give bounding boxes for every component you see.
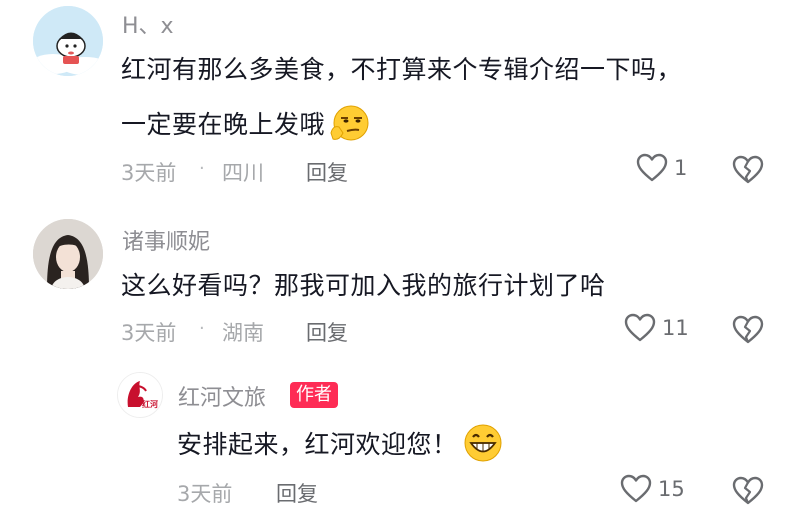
comment-time: 3天前 xyxy=(121,161,177,185)
heart-outline-icon xyxy=(624,313,656,342)
dislike-button[interactable] xyxy=(732,155,764,185)
broken-heart-icon xyxy=(732,476,764,505)
heart-outline-icon xyxy=(620,474,652,503)
like-count: 15 xyxy=(658,477,685,501)
comment-location: 湖南 xyxy=(222,321,264,345)
like-count: 11 xyxy=(662,316,689,340)
comment-text-line2-label: 一定要在晚上发哦 xyxy=(121,110,326,139)
avatar-logo-text: 红河 xyxy=(142,400,158,409)
avatar[interactable] xyxy=(33,219,103,289)
avatar[interactable]: 红河 xyxy=(117,372,163,418)
like-button[interactable]: 11 xyxy=(624,313,689,343)
like-button[interactable]: 15 xyxy=(620,474,685,504)
separator-dot: · xyxy=(199,158,205,179)
username[interactable]: 诸事顺妮 xyxy=(122,224,210,256)
author-badge: 作者 xyxy=(290,382,338,408)
reply-button[interactable]: 回复 xyxy=(306,157,348,187)
like-count: 1 xyxy=(674,156,688,180)
comment-text-label: 安排起来，红河欢迎您！ xyxy=(177,430,458,459)
dislike-button[interactable] xyxy=(732,315,764,345)
avatar-cartoon-image xyxy=(33,6,103,76)
heart-outline-icon xyxy=(636,153,668,182)
username[interactable]: 红河文旅 xyxy=(178,380,266,412)
username[interactable]: H、x xyxy=(122,8,174,40)
avatar-photo-image xyxy=(33,219,103,289)
grin-emoji-icon xyxy=(464,424,502,462)
comment-time: 3天前 xyxy=(177,482,233,506)
avatar[interactable] xyxy=(33,6,103,76)
dislike-button[interactable] xyxy=(732,476,764,506)
comment-text: 安排起来，红河欢迎您！ xyxy=(177,422,504,464)
broken-heart-icon xyxy=(732,315,764,344)
smirk-thinking-emoji-icon xyxy=(330,105,369,141)
comment-text: 红河有那么多美食，不打算来个专辑介绍一下吗， xyxy=(121,55,683,84)
comment-time: 3天前 xyxy=(121,321,177,345)
broken-heart-icon xyxy=(732,155,764,184)
comment-text: 这么好看吗？那我可加入我的旅行计划了哈 xyxy=(121,271,606,300)
honghe-logo-icon xyxy=(118,373,162,417)
reply-button[interactable]: 回复 xyxy=(306,317,348,347)
reply-button[interactable]: 回复 xyxy=(276,478,318,508)
comment-text-line2: 一定要在晚上发哦 xyxy=(121,103,371,143)
separator-dot: · xyxy=(199,318,205,339)
comment-location: 四川 xyxy=(222,161,264,185)
like-button[interactable]: 1 xyxy=(636,153,687,183)
